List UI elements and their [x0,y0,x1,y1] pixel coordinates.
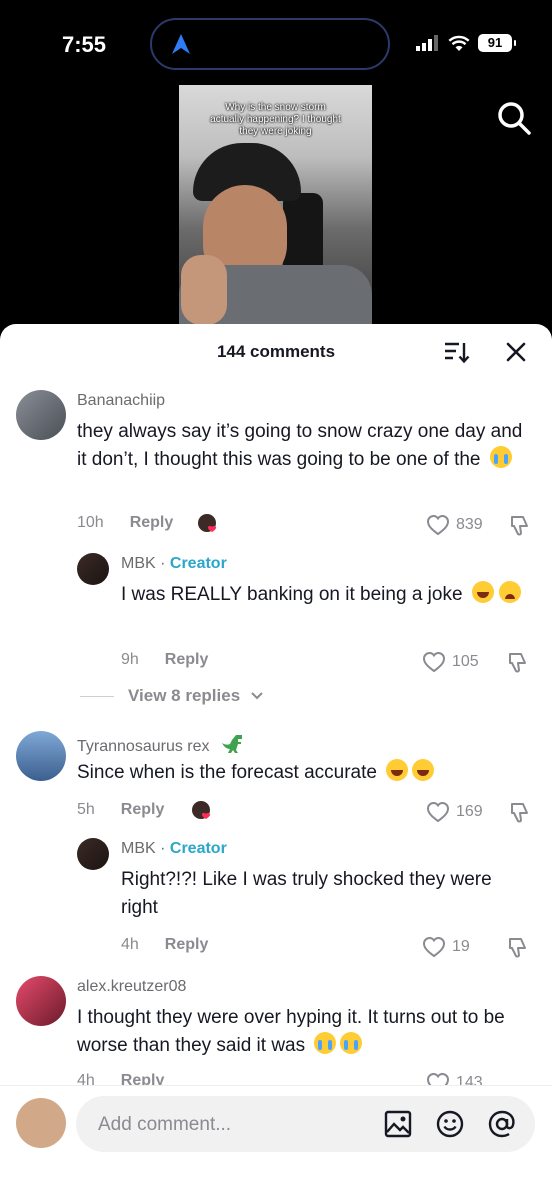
image-icon[interactable] [384,1110,412,1138]
like-count: 19 [452,938,470,955]
avatar[interactable] [16,390,66,440]
comment-time: 10h [77,514,104,531]
grinning-squinting-face-icon [412,759,435,781]
creator-badge: Creator [169,555,227,572]
t-rex-icon [221,735,242,753]
wifi-icon [448,35,470,51]
avatar[interactable] [77,553,109,585]
username-separator: · [155,555,170,572]
comment-input[interactable] [96,1096,370,1154]
grinning-squinting-face-icon [386,759,409,781]
at-sign-icon[interactable] [488,1110,516,1138]
thumbs-down-icon[interactable] [506,651,528,675]
reply-meta: 4h Reply [121,936,208,954]
avatar[interactable] [16,731,66,781]
like-button[interactable]: 19 [422,936,470,958]
avatar[interactable] [77,838,109,870]
heart-outline-icon [426,801,450,823]
divider [80,695,114,697]
status-bar: 7:55 91 [0,0,552,80]
comment-username[interactable]: Tyrannosaurus rex [77,738,210,755]
comment-meta: 5h Reply [77,801,164,819]
emoji-icon[interactable] [436,1110,464,1138]
view-replies-label: View 8 replies [128,686,241,705]
dynamic-island[interactable] [150,18,390,70]
comment-text-body: Since when is the forecast accurate [77,762,377,783]
avatar[interactable] [16,1098,66,1148]
heart-outline-icon [422,651,446,673]
comment-username-row: Tyrannosaurus rex [77,733,246,756]
like-button[interactable]: 105 [422,651,479,673]
comment-input-container[interactable] [76,1096,535,1154]
reply-button[interactable]: Reply [121,801,165,819]
reply-button[interactable]: Reply [165,936,209,954]
reply-time: 4h [121,936,139,953]
reply-username: MBK · Creator [121,555,227,573]
status-icons: 91 [416,34,516,52]
view-replies-button[interactable]: View 8 replies [80,686,264,706]
like-count: 105 [452,653,479,670]
chevron-down-icon [251,692,263,700]
like-button[interactable]: 839 [426,514,483,536]
loudly-crying-face-icon [340,1032,363,1054]
loudly-crying-face-icon [489,446,512,468]
reply-button[interactable]: Reply [130,514,174,532]
reply-time: 9h [121,651,139,668]
reply-button[interactable]: Reply [165,651,209,669]
sort-icon[interactable] [444,340,470,364]
heart-outline-icon [426,514,450,536]
reply-username: MBK · Creator [121,840,227,858]
loudly-crying-face-icon [314,1032,337,1054]
face-with-tears-of-joy-icon [471,581,494,603]
comment-text: they always say it’s going to snow crazy… [77,418,527,474]
comment-username[interactable]: alex.kreutzer08 [77,978,186,996]
comments-sheet: 144 comments Bananachiip they always say… [0,324,552,1200]
reply-text: Right?!?! Like I was truly shocked they … [121,869,492,918]
signal-icon [416,35,438,51]
like-button[interactable]: 169 [426,801,483,823]
comment-username[interactable]: Bananachiip [77,392,165,410]
creator-liked-icon [192,801,211,819]
like-count: 169 [456,803,483,820]
thumbs-down-icon[interactable] [506,936,528,960]
navigation-arrow-icon [172,34,190,54]
creator-liked-icon [198,514,217,532]
sheet-header: 144 comments [0,324,552,378]
video-caption: Why is the snow storm actually happening… [210,102,341,137]
thumbs-down-icon[interactable] [508,514,530,538]
reply-username-text[interactable]: MBK [121,840,156,857]
comment-composer [0,1085,552,1201]
reply-meta: 9h Reply [121,651,208,669]
username-separator: · [155,840,170,857]
comment-text-body: they always say it’s going to snow crazy… [77,421,523,470]
heart-outline-icon [422,936,446,958]
search-icon[interactable] [494,98,534,138]
weary-face-icon [499,581,522,603]
avatar[interactable] [16,976,66,1026]
comment-text-body: I thought they were over hyping it. It t… [77,1007,505,1056]
creator-badge: Creator [169,840,227,857]
status-time: 7:55 [62,32,107,57]
close-icon[interactable] [504,340,528,364]
reply-text-body: I was REALLY banking on it being a joke [121,584,463,605]
comment-time: 5h [77,801,95,818]
video-frame-detail [181,255,227,325]
reply-text: I was REALLY banking on it being a joke [121,581,531,609]
reply-username-text[interactable]: MBK [121,555,156,572]
battery-indicator: 91 [478,34,516,52]
video-preview[interactable]: Why is the snow storm actually happening… [179,85,372,325]
comment-meta: 10h Reply [77,514,173,532]
comment-text: I thought they were over hyping it. It t… [77,1004,527,1060]
like-count: 839 [456,516,483,533]
comment-text: Since when is the forecast accurate [77,759,527,787]
thumbs-down-icon[interactable] [508,801,530,825]
